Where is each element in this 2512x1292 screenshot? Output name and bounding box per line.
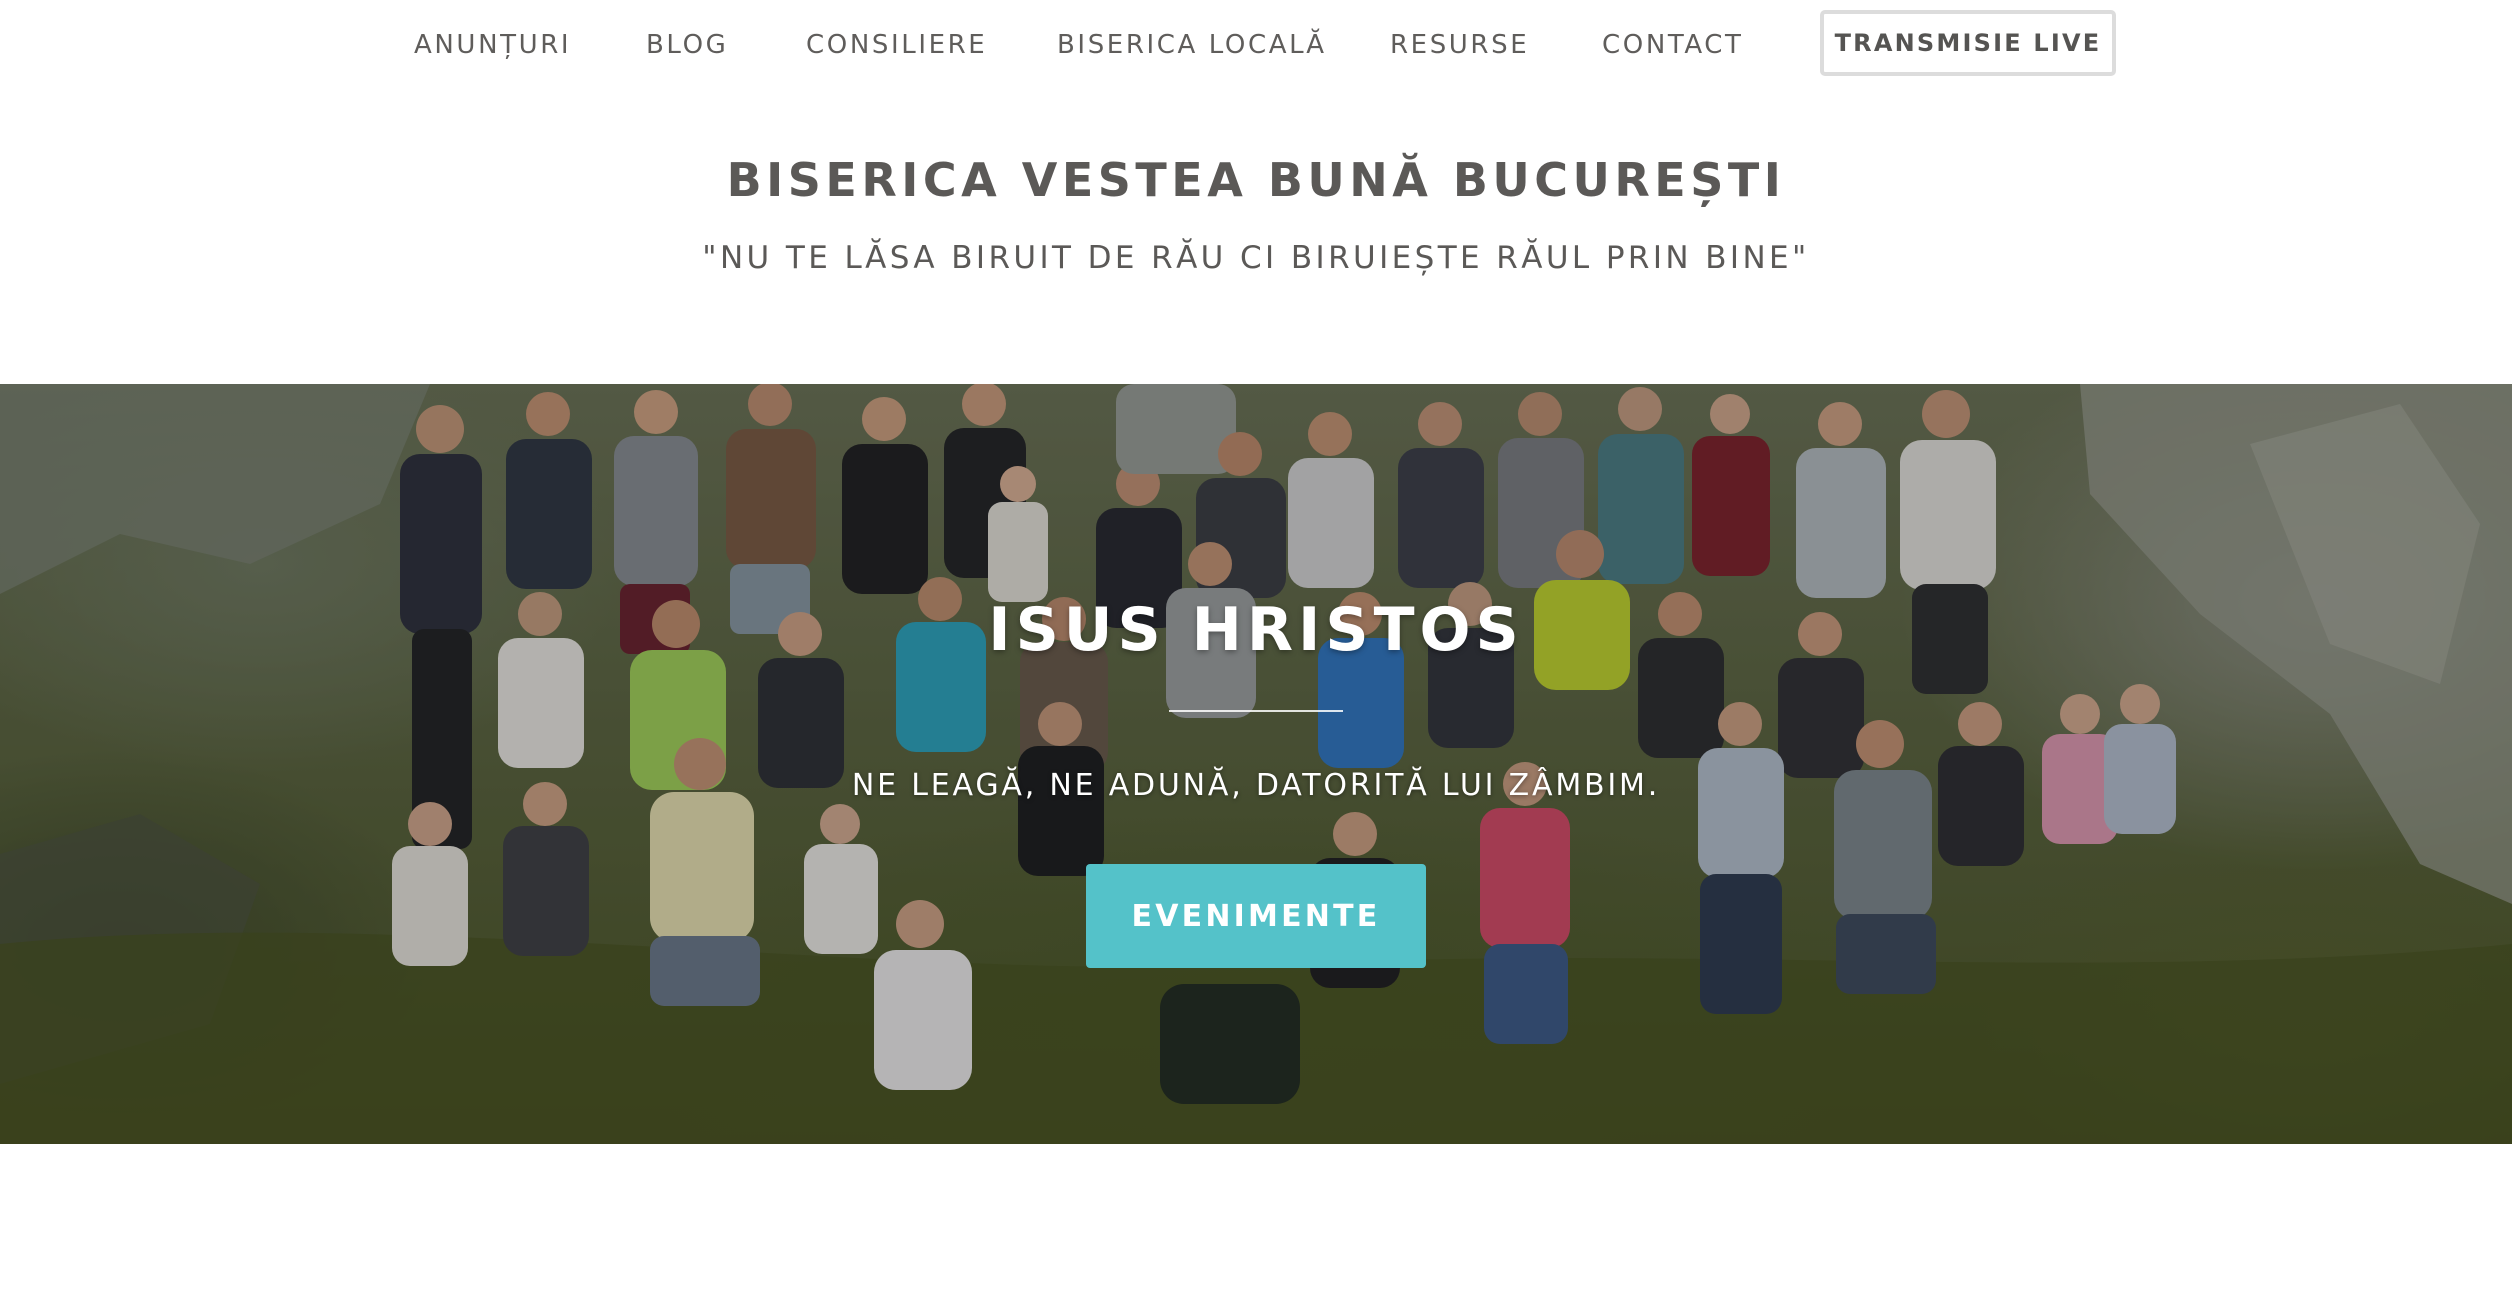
- top-navigation: ANUNȚURI BLOG CONSILIERE BISERICA LOCALĂ…: [0, 0, 2512, 90]
- hero-divider: [1169, 710, 1343, 712]
- site-motto: "NU TE LĂSA BIRUIT DE RĂU CI BIRUIEȘTE R…: [702, 240, 1810, 276]
- hero-subtitle: NE LEAGĂ, NE ADUNĂ, DATORITĂ LUI ZÂMBIM.: [851, 768, 1661, 803]
- nav-item-contact[interactable]: CONTACT: [1602, 28, 1744, 62]
- live-stream-button[interactable]: TRANSMISIE LIVE: [1820, 10, 2116, 76]
- site-title: BISERICA VESTEA BUNĂ BUCUREȘTI: [726, 153, 1786, 207]
- hero-banner: ISUS HRISTOS NE LEAGĂ, NE ADUNĂ, DATORIT…: [0, 384, 2512, 1144]
- hero-overlay: [0, 384, 2512, 1144]
- events-button[interactable]: EVENIMENTE: [1086, 864, 1426, 968]
- nav-item-consiliere[interactable]: CONSILIERE: [806, 28, 987, 62]
- hero-heading: ISUS HRISTOS: [988, 595, 1524, 665]
- nav-item-anunturi[interactable]: ANUNȚURI: [414, 28, 571, 62]
- nav-item-resurse[interactable]: RESURSE: [1390, 28, 1529, 62]
- nav-item-blog[interactable]: BLOG: [646, 28, 728, 62]
- nav-item-biserica-locala[interactable]: BISERICA LOCALĂ: [1057, 28, 1327, 62]
